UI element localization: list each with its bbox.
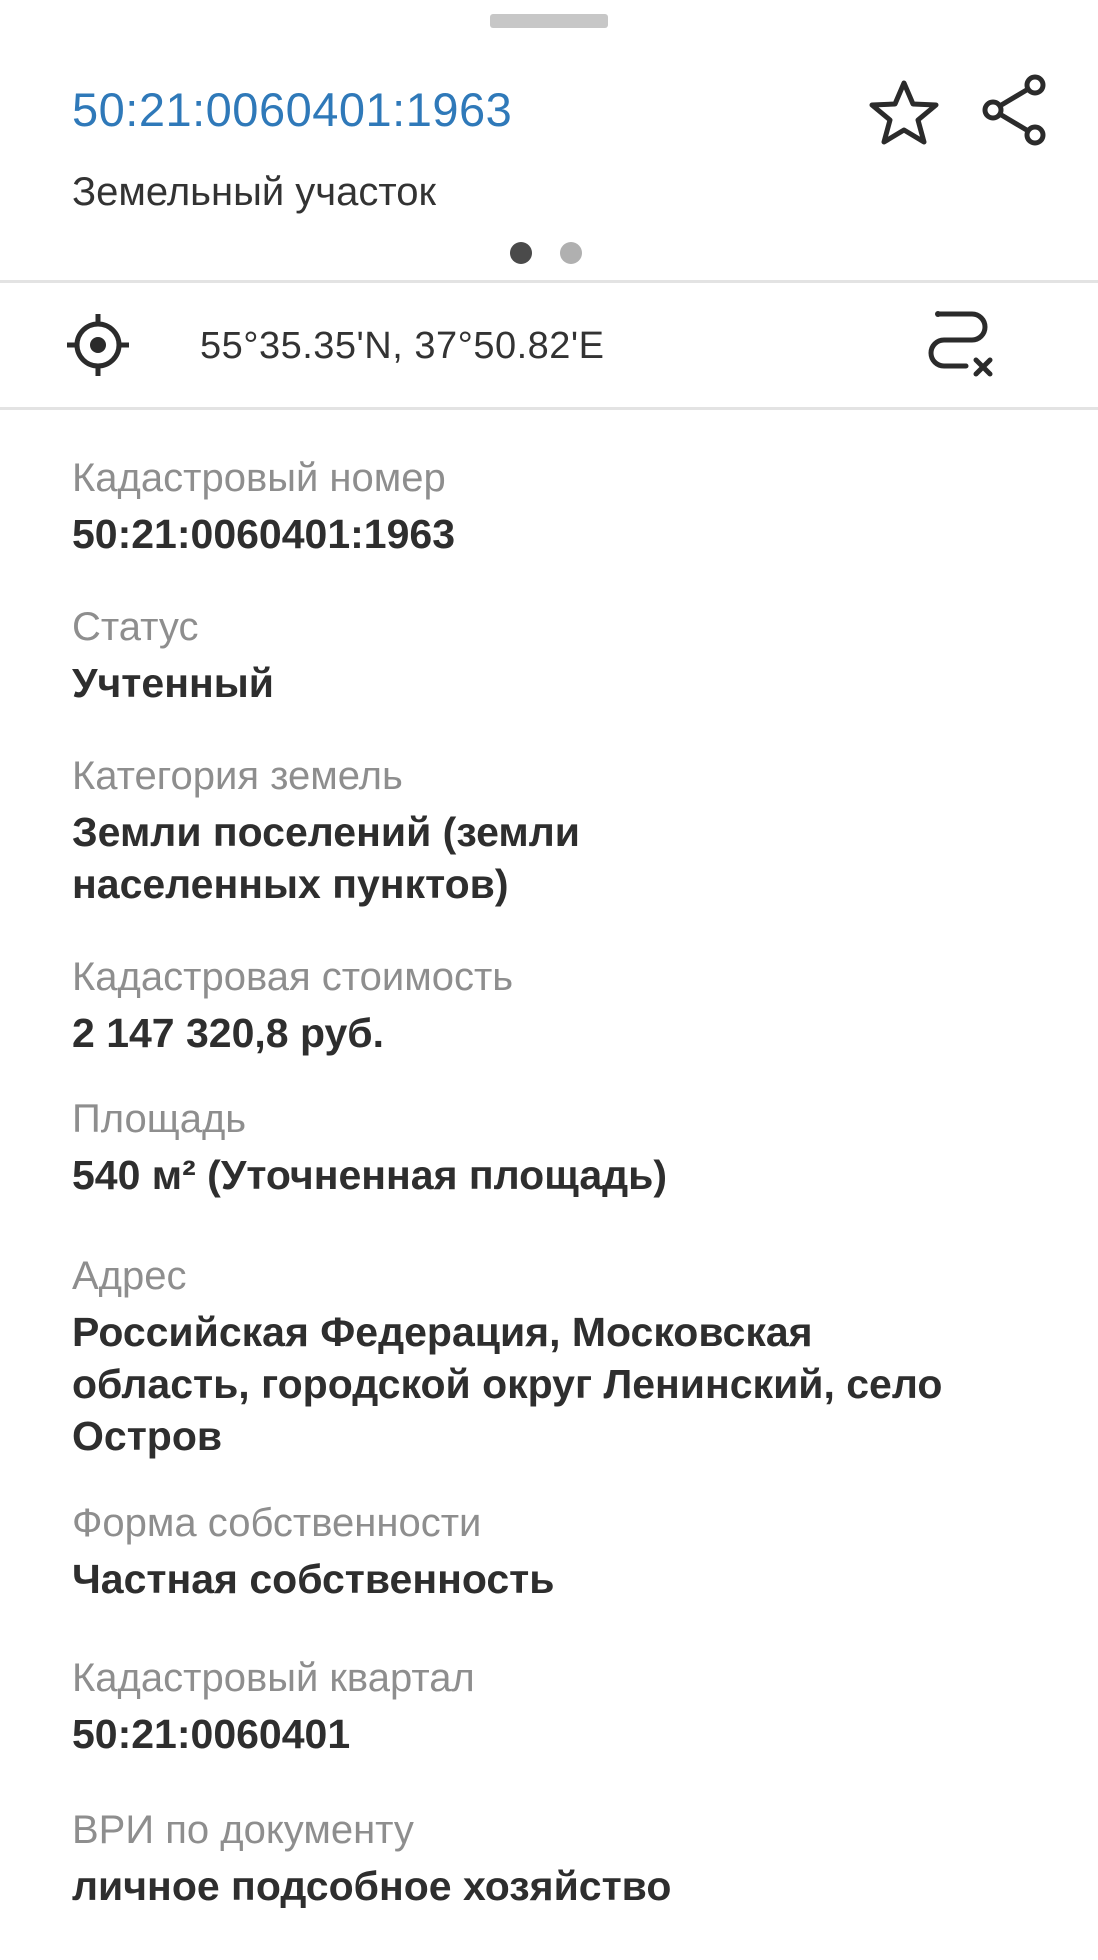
field-value: личное подсобное хозяйство	[72, 1863, 672, 1909]
field-value: Частная собственность	[72, 1556, 555, 1602]
route-clear-icon	[928, 311, 993, 377]
field-value: Земли поселений (земли населенных пункто…	[72, 809, 580, 907]
share-button[interactable]	[972, 68, 1056, 152]
share-icon	[982, 74, 1046, 146]
field-land-category: Категория земель Земли поселений (земли …	[72, 752, 1052, 910]
field-label: Площадь	[72, 1097, 247, 1141]
coordinates-row: 55°35.35'N, 37°50.82'E	[0, 283, 1098, 407]
page-dot-2[interactable]	[560, 242, 582, 264]
field-value: Российская Федерация, Московская область…	[72, 1309, 943, 1459]
field-label: Адрес	[72, 1254, 187, 1298]
star-outline-icon	[869, 80, 939, 145]
favorite-button[interactable]	[862, 70, 946, 154]
field-label: Кадастровая стоимость	[72, 955, 514, 999]
field-area: Площадь 540 м² (Уточненная площадь)	[72, 1095, 1052, 1201]
divider	[0, 407, 1098, 410]
parcel-title: 50:21:0060401:1963	[72, 83, 513, 136]
field-cadastral-value: Кадастровая стоимость 2 147 320,8 руб.	[72, 953, 1052, 1059]
coordinates-text[interactable]: 55°35.35'N, 37°50.82'E	[200, 325, 605, 368]
crosshair-icon	[67, 314, 129, 376]
field-permitted-use: ВРИ по документу личное подсобное хозяйс…	[72, 1806, 1052, 1912]
field-status: Статус Учтенный	[72, 603, 1052, 709]
field-label: Кадастровый квартал	[72, 1656, 475, 1700]
field-value: 2 147 320,8 руб.	[72, 1010, 385, 1056]
parcel-type-subtitle: Земельный участок	[72, 170, 437, 214]
field-value: Учтенный	[72, 660, 274, 706]
page-indicator[interactable]	[510, 242, 582, 264]
field-label: ВРИ по документу	[72, 1808, 414, 1852]
field-label: Статус	[72, 605, 199, 649]
details-sheet: 50:21:0060401:1963 Земельный участок 55°…	[0, 0, 1098, 1960]
field-value: 50:21:0060401:1963	[72, 511, 455, 557]
field-cadastral-number: Кадастровый номер 50:21:0060401:1963	[72, 454, 1052, 560]
sheet-grabber-handle[interactable]	[490, 14, 608, 28]
field-cadastral-quarter: Кадастровый квартал 50:21:0060401	[72, 1654, 1052, 1760]
field-label: Форма собственности	[72, 1501, 482, 1545]
locate-button[interactable]	[56, 303, 140, 387]
field-label: Кадастровый номер	[72, 456, 446, 500]
route-clear-button[interactable]	[920, 301, 1004, 385]
field-value: 540 м² (Уточненная площадь)	[72, 1152, 668, 1198]
page-dot-1[interactable]	[510, 242, 532, 264]
field-address: Адрес Российская Федерация, Московская о…	[72, 1252, 1052, 1462]
field-ownership-form: Форма собственности Частная собственност…	[72, 1499, 1052, 1605]
field-label: Категория земель	[72, 754, 403, 798]
field-value: 50:21:0060401	[72, 1711, 351, 1757]
